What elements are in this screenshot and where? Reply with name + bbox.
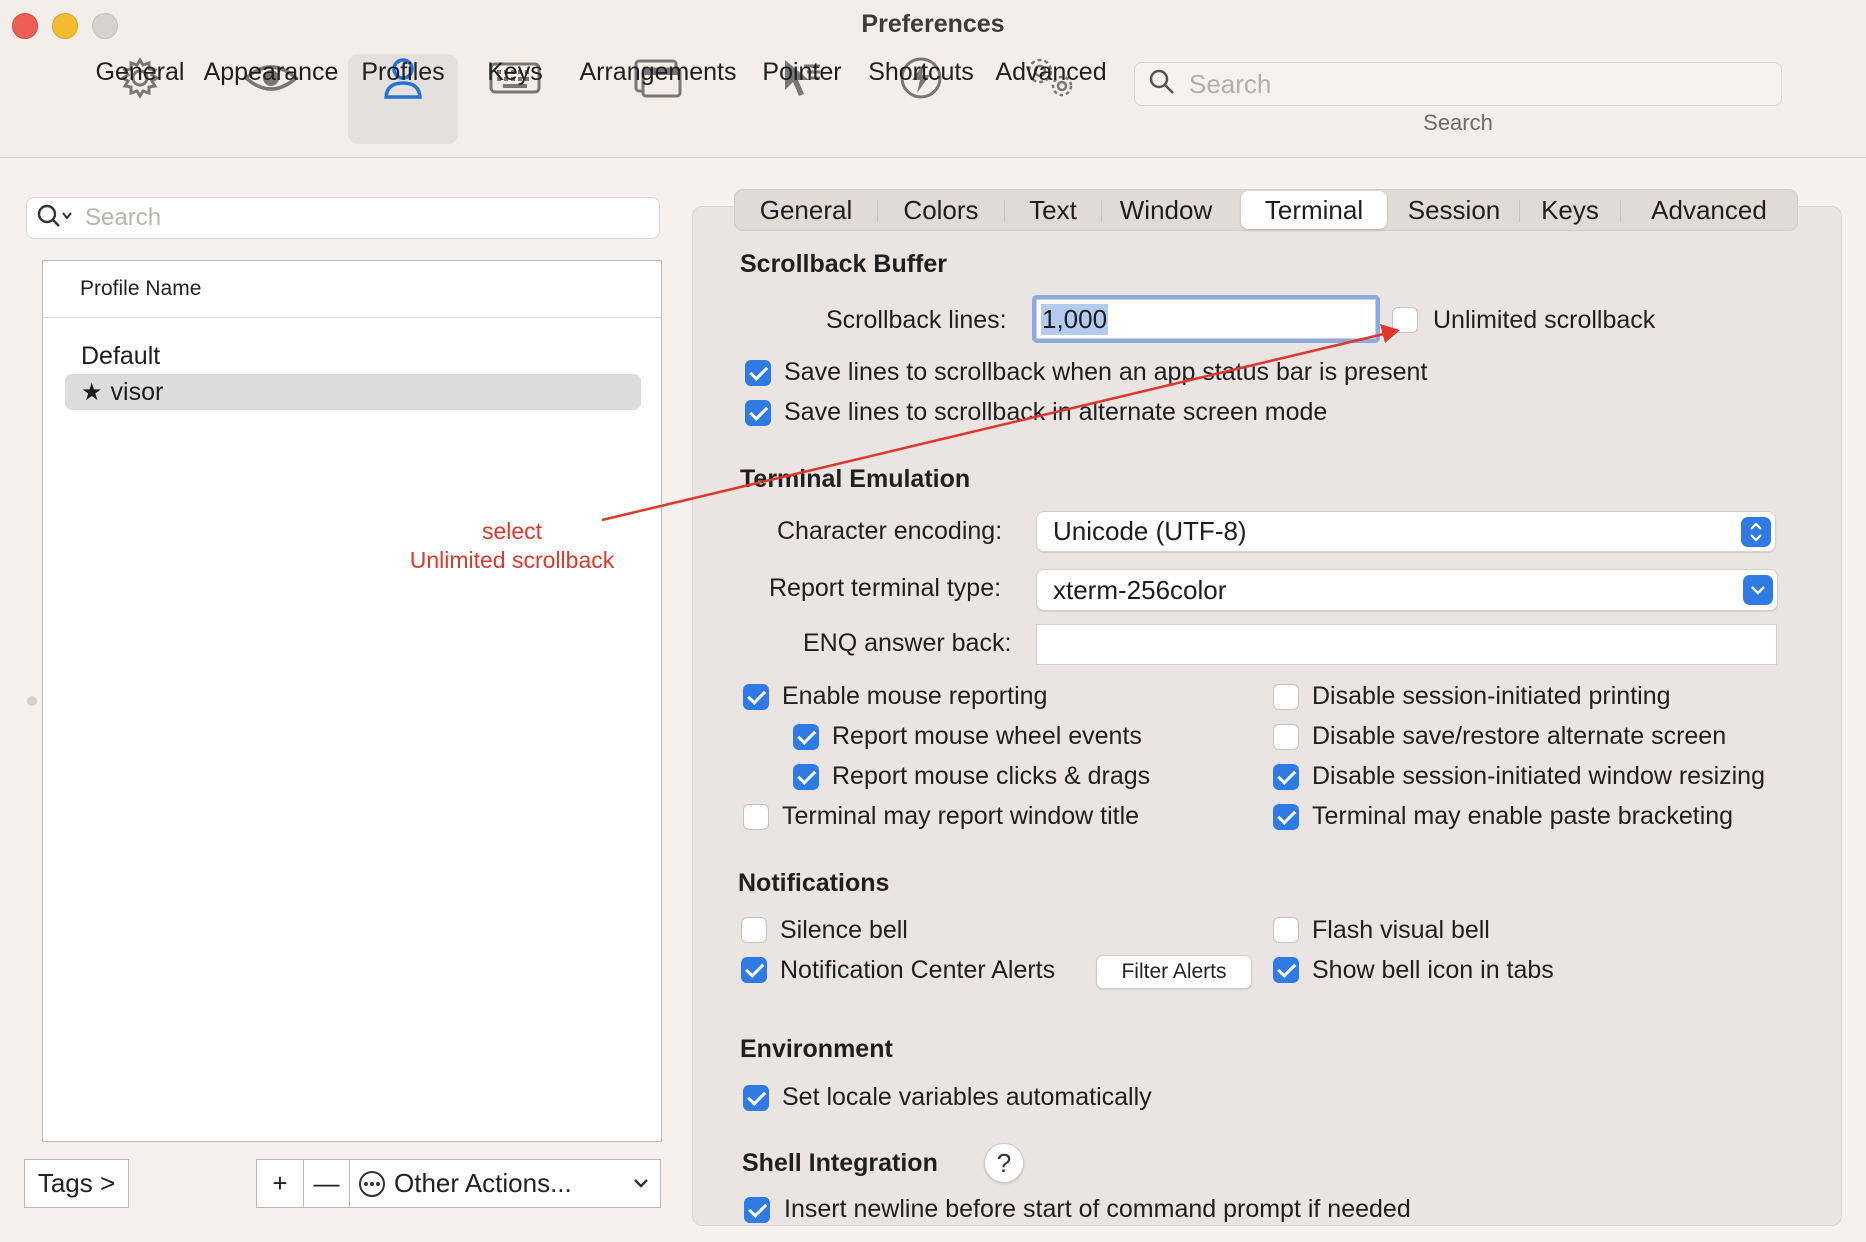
annotation-line-1: select [481, 518, 543, 544]
annotation-note: select Unlimited scrollback [380, 517, 644, 575]
annotation-line-2: Unlimited scrollback [409, 547, 615, 573]
annotation-arrow [601, 324, 1400, 522]
